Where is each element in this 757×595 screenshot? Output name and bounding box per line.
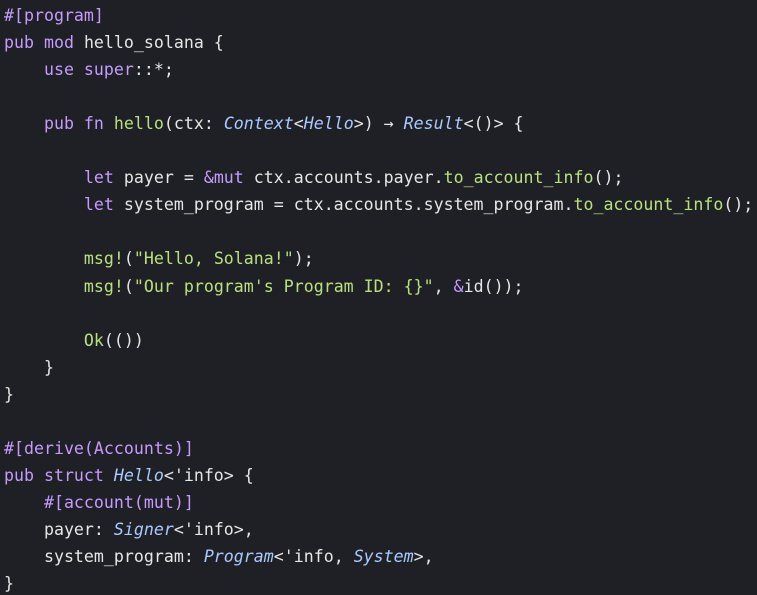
- code-line: #[derive(Accounts)]: [4, 435, 194, 462]
- code-token: let: [4, 168, 124, 188]
- code-line: }: [4, 381, 14, 408]
- code-token: #[derive(Accounts)]: [4, 438, 194, 458]
- code-line: pub fn hello(ctx: Context<Hello>) → Resu…: [4, 110, 524, 137]
- code-line: #[program]: [4, 2, 104, 29]
- code-token: ctx.accounts.payer.: [253, 168, 444, 188]
- code-token: Signer: [113, 519, 174, 539]
- code-token: ,: [433, 276, 454, 296]
- code-line: msg!("Our program's Program ID: {}", &id…: [4, 273, 524, 300]
- code-token: &: [453, 276, 464, 296]
- code-token: <'info,: [273, 547, 354, 566]
- code-token: <: [293, 114, 304, 134]
- code-token: );: [293, 249, 314, 269]
- code-token: }: [4, 357, 54, 377]
- code-token: let: [4, 195, 124, 215]
- code-line: let system_program = ctx.accounts.system…: [4, 191, 753, 218]
- code-line: }: [4, 570, 14, 595]
- code-token: "Our program's Program ID: {}": [133, 276, 434, 296]
- code-editor[interactable]: #[program] pub mod hello_solana { use sup…: [0, 0, 757, 595]
- code-token: Context: [223, 114, 294, 134]
- code-line: Ok(()): [4, 327, 144, 354]
- code-token: (: [123, 276, 134, 296]
- code-token: #[account(mut)]: [4, 492, 194, 512]
- code-token: payer =: [123, 168, 204, 188]
- code-token: Hello: [113, 465, 164, 485]
- code-token: >,: [413, 547, 434, 566]
- code-token: pub struct: [4, 465, 114, 485]
- code-line: payer: Signer<'info>,: [4, 516, 254, 543]
- code-token: pub fn: [4, 114, 114, 134]
- code-token: &mut: [203, 168, 254, 188]
- code-token: ::*;: [133, 60, 174, 80]
- code-token: >) →: [353, 114, 404, 134]
- code-line: msg!("Hello, Solana!");: [4, 245, 314, 272]
- code-token: <'info> {: [163, 465, 254, 485]
- code-line: #[account(mut)]: [4, 489, 194, 516]
- code-token: Result: [403, 114, 464, 134]
- code-token: payer:: [4, 519, 114, 539]
- code-token: to_account_info: [573, 195, 724, 215]
- code-token: msg!: [4, 249, 124, 269]
- code-token: Hello: [303, 114, 354, 134]
- code-line: use super::*;: [4, 56, 174, 83]
- code-token: ();: [723, 195, 754, 215]
- code-token: msg!: [4, 276, 124, 296]
- code-token: (()): [103, 330, 144, 350]
- code-token: System: [353, 547, 414, 566]
- code-line: pub struct Hello<'info> {: [4, 462, 254, 489]
- code-token: Ok: [4, 330, 104, 350]
- code-token: (: [123, 249, 134, 269]
- code-token: Program: [203, 547, 274, 566]
- code-token: }: [4, 574, 14, 594]
- code-line: system_program: Program<'info, System>,: [4, 543, 434, 570]
- code-token: system_program = ctx.accounts.system_pro…: [123, 195, 574, 215]
- code-token: system_program:: [4, 547, 204, 566]
- code-token: hello_solana {: [83, 33, 224, 53]
- code-line: let payer = &mut ctx.accounts.payer.to_a…: [4, 164, 624, 191]
- code-token: to_account_info: [443, 168, 594, 188]
- code-token: <()> {: [463, 114, 524, 134]
- code-token: ();: [593, 168, 624, 188]
- code-token: <'info>,: [173, 519, 254, 539]
- code-token: hello: [113, 114, 164, 134]
- code-line: pub mod hello_solana {: [4, 29, 224, 56]
- code-token: id());: [463, 276, 524, 296]
- code-token: }: [4, 384, 14, 404]
- code-line: }: [4, 354, 54, 381]
- code-token: "Hello, Solana!": [133, 249, 294, 269]
- code-token: (ctx:: [163, 114, 224, 134]
- code-token: #[program]: [4, 6, 104, 25]
- code-token: use super: [4, 60, 134, 80]
- code-token: pub mod: [4, 33, 84, 53]
